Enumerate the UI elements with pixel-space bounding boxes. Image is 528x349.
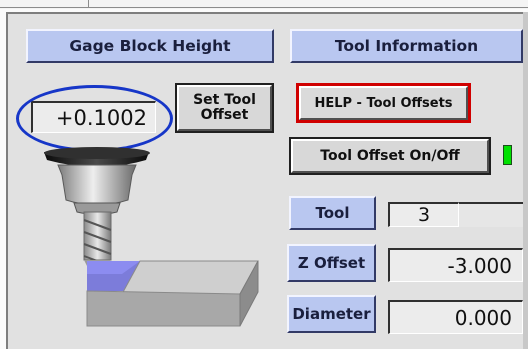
tool-label: Tool: [289, 196, 376, 230]
z-offset-field[interactable]: -3.000: [388, 248, 523, 282]
panel-right-edge: [523, 12, 528, 349]
z-offset-label: Z Offset: [287, 244, 376, 282]
end-mill: [83, 211, 112, 266]
tool-field-extension: [459, 202, 523, 227]
diameter-label: Diameter: [287, 295, 376, 333]
tool-information-header: Tool Information: [290, 29, 523, 63]
help-tool-offsets-button[interactable]: HELP - Tool Offsets: [296, 83, 471, 123]
tool-number-field[interactable]: 3: [388, 202, 459, 227]
tool-offset-status-led: [503, 145, 512, 165]
diameter-field[interactable]: 0.000: [388, 300, 523, 334]
spindle-chuck: [44, 147, 150, 167]
tool-holder: [57, 164, 137, 215]
tool-offset-toggle-button[interactable]: Tool Offset On/Off: [289, 137, 491, 175]
